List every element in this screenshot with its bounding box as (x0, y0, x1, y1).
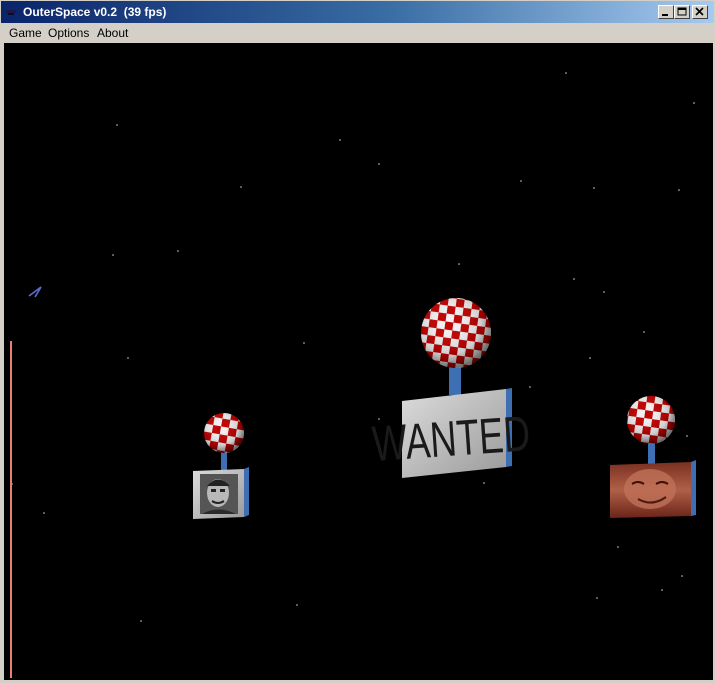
app-window: OuterSpace v0.2 (39 fps) Game Options Ab… (0, 0, 715, 683)
space-scene: WANTED (10, 72, 696, 678)
app-icon[interactable] (4, 5, 18, 19)
checkered-ball (421, 298, 491, 368)
title-bar[interactable]: OuterSpace v0.2 (39 fps) (1, 1, 714, 23)
wanted-sign-center: WANTED (370, 298, 532, 478)
checkered-ball (204, 413, 244, 453)
menu-options[interactable]: Options (46, 25, 91, 41)
star-field (11, 72, 695, 622)
close-icon (695, 7, 704, 16)
menu-bar: Game Options About (1, 23, 714, 43)
window-title: OuterSpace v0.2 (39 fps) (23, 5, 167, 19)
maximize-button[interactable] (674, 5, 690, 19)
menu-about[interactable]: About (95, 25, 130, 41)
portrait-photo (624, 469, 676, 509)
wanted-sign-left (193, 413, 249, 519)
health-bar (10, 341, 12, 678)
checkered-ball (627, 396, 675, 444)
minimize-button[interactable] (658, 5, 674, 19)
wanted-sign-right (610, 396, 696, 518)
game-viewport[interactable]: WANTED (4, 43, 713, 680)
close-button[interactable] (692, 5, 708, 19)
menu-game[interactable]: Game (7, 25, 44, 41)
minimize-icon (662, 14, 668, 16)
sign-pole (221, 451, 227, 473)
player-ship-icon (28, 286, 42, 298)
maximize-icon (677, 7, 687, 16)
wanted-label: WANTED (370, 406, 532, 473)
portrait-photo (200, 474, 238, 514)
